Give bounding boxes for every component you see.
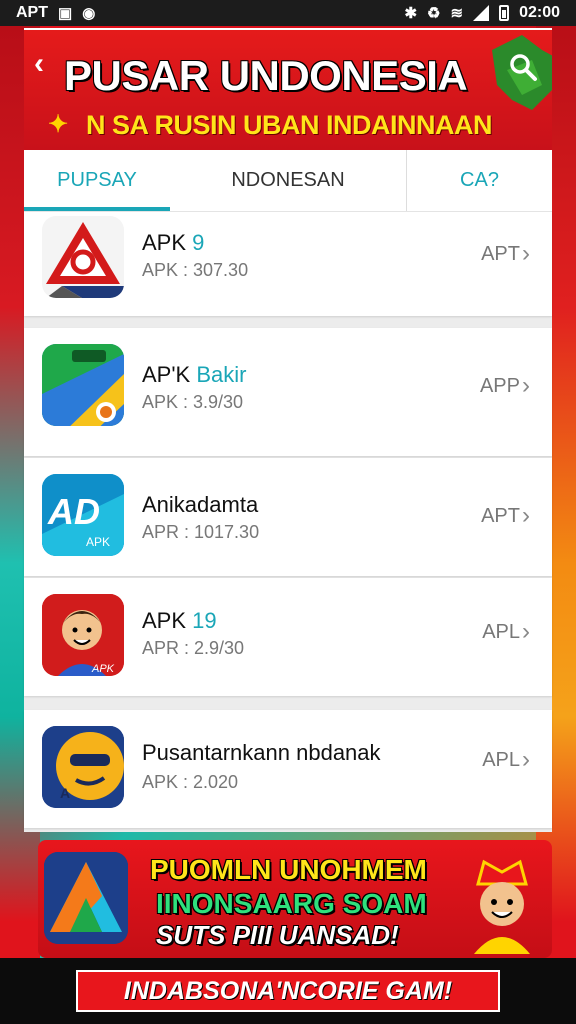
svg-text:A: A [60, 785, 70, 801]
app-icon: AD APK [42, 474, 124, 556]
item-name: APK 9 [142, 230, 205, 255]
chevron-right-icon: › [522, 746, 530, 773]
tab-ca[interactable]: CA? [406, 150, 552, 211]
promo-line-1: PUOMLN UNOHMEM [150, 854, 427, 885]
item-version: APR : 1017.30 [142, 522, 260, 542]
sparkle-icon: ✦ [48, 111, 69, 138]
vibrate-icon: ♻ [427, 5, 441, 22]
app-list: APK 9 APK : 307.30 APT › AP'K Bakir APK … [24, 212, 552, 832]
item-version: APK : 307.30 [142, 260, 249, 280]
battery-icon [499, 5, 510, 21]
promo-line-2: IINONSAARG SOAM [156, 888, 427, 919]
item-version: APK : 3.9/30 [142, 392, 244, 412]
item-action-label: APP [479, 374, 520, 397]
app-icon [42, 216, 124, 298]
status-bar: APT ▣ ◉ ✱ ♻ ≋ 02:00 [0, 0, 576, 26]
svg-text:AD: AD [47, 491, 100, 532]
header-subtitle: N SA RUSIN UBAN INDAINNAAN [86, 110, 493, 140]
chevron-right-icon: › [522, 372, 530, 399]
list-item[interactable]: APK 9 APK : 307.30 APT › [24, 212, 552, 316]
app-icon: A [42, 726, 124, 808]
bottom-bar: INDABSONA'NCORIE GAM! [0, 958, 576, 1024]
item-name: Pusantarnkann nbdanak [142, 740, 381, 765]
item-action-label: APT [481, 504, 520, 527]
item-version: APK : 2.020 [142, 772, 239, 792]
status-carrier-text: APT [16, 4, 48, 21]
search-icon[interactable] [508, 52, 538, 82]
bluetooth-icon: ✱ [404, 5, 418, 22]
back-arrow-icon[interactable]: ‹ [34, 49, 62, 79]
promo-app-icon [44, 852, 128, 944]
chevron-right-icon: › [522, 502, 530, 529]
item-action-label: APT [481, 242, 520, 265]
item-name: Anikadamta [142, 492, 259, 517]
list-item[interactable]: AD APK Anikadamta APR : 1017.30 APT › [24, 458, 552, 576]
item-action-label: APL [482, 620, 520, 643]
item-action[interactable]: APT › [481, 502, 530, 530]
wifi-icon: ≋ [450, 5, 464, 22]
status-time: 02:00 [519, 4, 560, 21]
record-icon: ◉ [82, 5, 96, 22]
item-name: AP'K Bakir [142, 362, 247, 387]
item-action[interactable]: APT › [481, 240, 530, 268]
bottom-cta-label[interactable]: INDABSONA'NCORIE GAM! [76, 970, 500, 1012]
tab-bar: PUPSAY NDONESAN CA? [24, 150, 552, 212]
tab-ndonesan[interactable]: NDONESAN [170, 150, 406, 211]
signal-icon [473, 5, 490, 21]
list-item[interactable]: AP'K Bakir APK : 3.9/30 APP › [24, 328, 552, 456]
item-action[interactable]: APL › [482, 618, 530, 646]
notification-icon: ▣ [58, 5, 73, 22]
item-action-label: APL [482, 748, 520, 771]
mascot-icon [474, 859, 530, 954]
list-item[interactable]: APK APK 19 APR : 2.9/30 APL › [24, 578, 552, 696]
app-icon [42, 344, 124, 426]
chevron-right-icon: › [522, 240, 530, 267]
svg-text:APK: APK [91, 663, 115, 675]
app-icon: APK [42, 594, 124, 676]
app-header: ‹ PUSAR UNDONESIA ✦ N SA RUSIN UBAN INDA… [24, 28, 552, 150]
promo-banner[interactable]: PUOMLN UNOHMEM IINONSAARG SOAM SUTS PIII… [38, 840, 552, 958]
svg-text:APK: APK [86, 535, 110, 549]
item-action[interactable]: APL › [482, 746, 530, 774]
item-name: APK 19 [142, 608, 217, 633]
chevron-right-icon: › [522, 618, 530, 645]
item-version: APR : 2.9/30 [142, 638, 245, 658]
promo-line-3: SUTS PIII UANSAD! [156, 920, 399, 950]
tab-pupsay[interactable]: PUPSAY [24, 150, 170, 211]
list-item[interactable]: A Pusantarnkann nbdanak APK : 2.020 APL … [24, 710, 552, 828]
header-title: PUSAR UNDONESIA [64, 52, 468, 99]
item-action[interactable]: APP › [480, 372, 530, 400]
